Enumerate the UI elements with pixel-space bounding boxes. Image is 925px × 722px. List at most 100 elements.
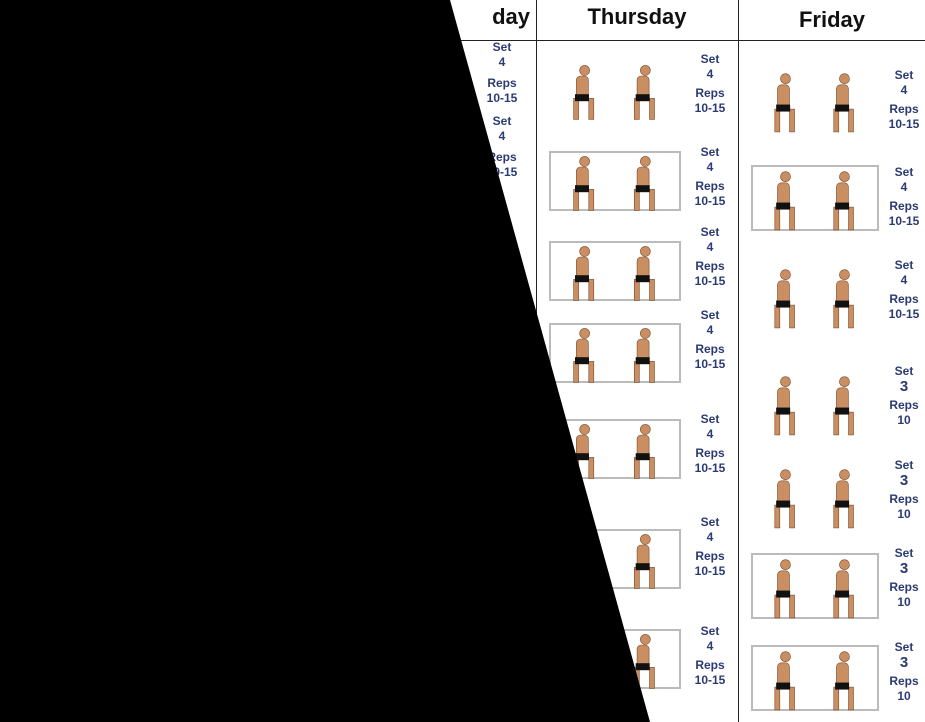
set-value: 3 xyxy=(899,378,909,395)
set-label: Set xyxy=(894,258,914,272)
set-value: 4 xyxy=(498,129,506,143)
set-label: Set xyxy=(894,546,914,560)
reps-value: 10-15 xyxy=(694,194,726,208)
reps-label: Reps xyxy=(487,76,517,90)
set-value: 4 xyxy=(900,83,908,97)
set-reps-block: Set 3 Reps 10 xyxy=(882,546,925,610)
friday-header: Friday xyxy=(798,7,866,32)
reps-label: Reps xyxy=(889,492,919,506)
reps-label: Reps xyxy=(889,102,919,116)
smith-calf-raise-figure xyxy=(549,629,681,689)
set-reps-block: Set 4 Reps 10-15 xyxy=(688,145,732,209)
set-label: Set xyxy=(700,52,720,66)
reps-value: 10-15 xyxy=(694,357,726,371)
set-label: Set xyxy=(492,114,512,128)
smith-machine-squat-figure xyxy=(549,151,681,211)
set-reps-block: Set 3 Reps 10 xyxy=(882,640,925,704)
set-value: 4 xyxy=(706,323,714,337)
reps-label: Reps xyxy=(889,674,919,688)
set-value: 4 xyxy=(706,240,714,254)
wednesday-header-partial: day xyxy=(492,4,530,29)
wednesday-row-2-setreps: Set 4 Reps 10-15 xyxy=(484,114,520,180)
reps-value: 10-15 xyxy=(694,673,726,687)
set-reps-block: Set 4 Reps 10-15 xyxy=(882,165,925,229)
set-value: 4 xyxy=(900,273,908,287)
reps-label: Reps xyxy=(695,446,725,460)
set-label: Set xyxy=(700,308,720,322)
hack-squat-figure xyxy=(549,323,681,383)
reps-label: Reps xyxy=(695,259,725,273)
set-label: Set xyxy=(700,412,720,426)
set-label: Set xyxy=(894,68,914,82)
dumbbell-shrug-figure xyxy=(774,469,854,529)
reps-label: Reps xyxy=(889,292,919,306)
set-value: 3 xyxy=(899,560,909,577)
set-value: 4 xyxy=(706,427,714,441)
reps-value: 10 xyxy=(897,507,911,521)
reps-value: 10-15 xyxy=(888,307,920,321)
set-reps-block: Set 4 Reps 10-15 xyxy=(688,515,732,579)
machine-shoulder-press-figure xyxy=(751,165,879,231)
set-value: 4 xyxy=(900,180,908,194)
set-label: Set xyxy=(492,40,512,54)
reps-value: 10-15 xyxy=(486,165,518,179)
set-reps-block: Set 4 Reps 10-15 xyxy=(688,52,732,116)
set-value: 3 xyxy=(899,654,909,671)
set-reps-block: Set 4 Reps 10-15 xyxy=(688,225,732,289)
reps-value: 10 xyxy=(897,413,911,427)
set-label: Set xyxy=(700,225,720,239)
reps-label: Reps xyxy=(695,86,725,100)
reps-value: 10 xyxy=(897,689,911,703)
set-reps-block: Set 4 Reps 10-15 xyxy=(688,624,732,688)
header-divider xyxy=(455,40,925,41)
back-extension-figure xyxy=(751,645,879,711)
workout-sheet: day Thursday Friday Set 4 Reps 10-15 Set… xyxy=(0,0,925,722)
column-divider xyxy=(536,0,537,722)
reps-value: 10-15 xyxy=(888,214,920,228)
reps-value: 10-15 xyxy=(694,101,726,115)
barbell-shoulder-press-figure xyxy=(774,73,854,133)
set-reps-block: Set 3 Reps 10 xyxy=(882,364,925,428)
set-reps-block: Set 4 Reps 10-15 xyxy=(688,308,732,372)
set-reps-block: Set 4 Reps 10-15 xyxy=(882,258,925,322)
cable-crossover-figure xyxy=(751,553,879,619)
reps-value: 10-15 xyxy=(694,564,726,578)
reps-label: Reps xyxy=(695,342,725,356)
reps-value: 10-15 xyxy=(486,91,518,105)
dumbbell-front-raise-figure xyxy=(774,269,854,329)
reps-value: 10-15 xyxy=(888,117,920,131)
set-label: Set xyxy=(894,458,914,472)
set-label: Set xyxy=(700,624,720,638)
wednesday-row-1-setreps: Set 4 Reps 10-15 xyxy=(484,40,520,106)
set-label: Set xyxy=(700,145,720,159)
set-value: 3 xyxy=(899,472,909,489)
set-reps-block: Set 3 Reps 10 xyxy=(882,458,925,522)
lying-leg-curl-figure xyxy=(549,529,681,589)
set-label: Set xyxy=(894,364,914,378)
reps-label: Reps xyxy=(695,549,725,563)
reps-label: Reps xyxy=(889,580,919,594)
leg-extension-figure xyxy=(549,419,681,479)
set-label: Set xyxy=(894,165,914,179)
column-divider xyxy=(738,0,739,722)
reps-label: Reps xyxy=(695,658,725,672)
thursday-header: Thursday xyxy=(587,4,687,29)
reps-label: Reps xyxy=(695,179,725,193)
leg-press-figure xyxy=(549,241,681,301)
seated-barbell-press-figure xyxy=(573,65,655,120)
reps-label: Reps xyxy=(889,398,919,412)
bent-over-lateral-raise-figure xyxy=(774,376,854,436)
reps-value: 10 xyxy=(897,595,911,609)
set-value: 4 xyxy=(706,639,714,653)
set-label: Set xyxy=(700,515,720,529)
set-value: 4 xyxy=(498,55,506,69)
set-label: Set xyxy=(894,640,914,654)
set-value: 4 xyxy=(706,67,714,81)
reps-value: 10-15 xyxy=(694,461,726,475)
reps-label: Reps xyxy=(487,150,517,164)
set-reps-block: Set 4 Reps 10-15 xyxy=(882,68,925,132)
reps-value: 10-15 xyxy=(694,274,726,288)
set-reps-block: Set 4 Reps 10-15 xyxy=(688,412,732,476)
set-value: 4 xyxy=(706,530,714,544)
set-value: 4 xyxy=(706,160,714,174)
